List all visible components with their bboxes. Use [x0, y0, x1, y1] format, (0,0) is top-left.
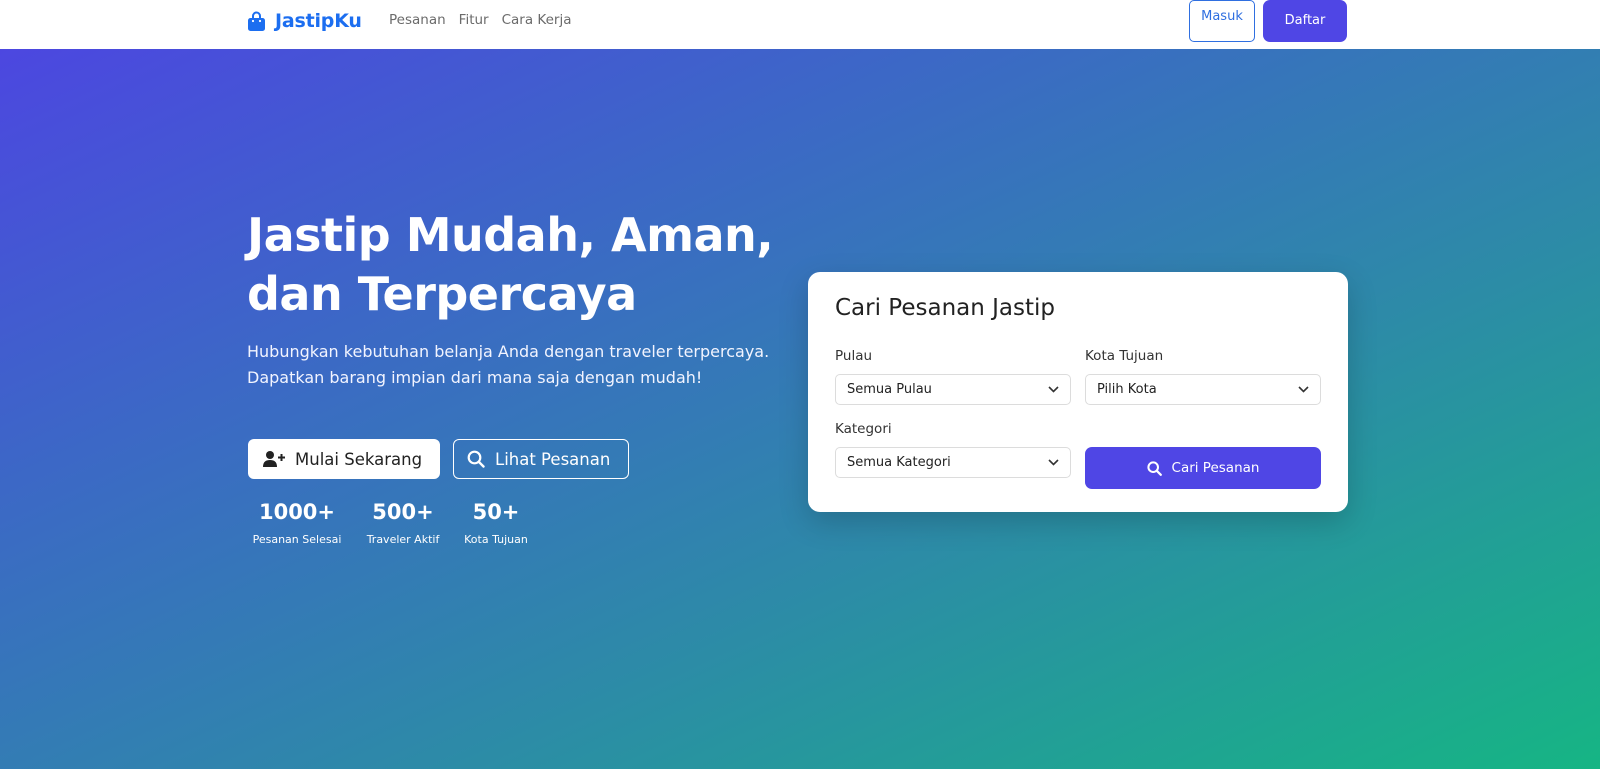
chevron-down-icon: [1048, 386, 1059, 393]
category-label: Kategori: [835, 421, 892, 437]
stat-value: 1000+: [258, 500, 336, 524]
search-icon: [1146, 460, 1162, 476]
register-button[interactable]: Daftar: [1263, 0, 1347, 42]
search-card-title: Cari Pesanan Jastip: [835, 295, 1056, 321]
nav-links: Pesanan Fitur Cara Kerja: [389, 12, 571, 28]
view-orders-button[interactable]: Lihat Pesanan: [453, 439, 629, 479]
city-label: Kota Tujuan: [1085, 348, 1164, 364]
stat-value: 500+: [372, 500, 434, 524]
hero-title-line-1: Jastip Mudah, Aman,: [247, 208, 774, 262]
hero-subtitle: Hubungkan kebutuhan belanja Anda dengan …: [247, 342, 770, 387]
city-select[interactable]: Pilih Kota: [1085, 374, 1321, 405]
search-orders-label: Cari Pesanan: [1171, 460, 1260, 476]
stat-cities: 50+ Kota Tujuan: [459, 499, 533, 546]
stat-label: Kota Tujuan: [464, 533, 528, 546]
start-now-label: Mulai Sekarang: [295, 449, 423, 469]
stat-value: 50+: [472, 500, 520, 524]
chevron-down-icon: [1298, 386, 1309, 393]
hero-section: Jastip Mudah, Aman, dan Terpercaya Hubun…: [0, 49, 1600, 769]
search-orders-button[interactable]: Cari Pesanan: [1085, 447, 1321, 489]
stat-travelers: 500+ Traveler Aktif: [362, 499, 444, 546]
navbar: JastipKu Pesanan Fitur Cara Kerja Masuk …: [0, 0, 1600, 49]
stat-label: Traveler Aktif: [366, 533, 440, 546]
stat-orders: 1000+ Pesanan Selesai: [247, 499, 347, 546]
island-label: Pulau: [835, 348, 873, 364]
start-now-button[interactable]: Mulai Sekarang: [248, 439, 440, 479]
category-select-value: Semua Kategori: [847, 455, 951, 470]
user-plus-icon: [263, 451, 285, 467]
brand[interactable]: JastipKu: [247, 10, 362, 32]
hero-title: Jastip Mudah, Aman, dan Terpercaya: [247, 206, 807, 324]
brand-name: JastipKu: [275, 10, 362, 32]
nav-link-cara-kerja[interactable]: Cara Kerja: [502, 12, 572, 28]
shopping-bag-icon: [248, 11, 265, 31]
search-card: Cari Pesanan Jastip Pulau Semua Pulau Ko…: [808, 272, 1348, 512]
search-icon: [467, 450, 485, 468]
island-select-value: Semua Pulau: [847, 382, 932, 397]
view-orders-label: Lihat Pesanan: [495, 449, 611, 469]
city-select-value: Pilih Kota: [1097, 382, 1157, 397]
category-select[interactable]: Semua Kategori: [835, 447, 1071, 478]
nav-link-fitur[interactable]: Fitur: [459, 12, 489, 28]
stat-label: Pesanan Selesai: [252, 533, 342, 546]
chevron-down-icon: [1048, 459, 1059, 466]
nav-link-pesanan[interactable]: Pesanan: [389, 12, 446, 28]
island-select[interactable]: Semua Pulau: [835, 374, 1071, 405]
login-button[interactable]: Masuk: [1189, 0, 1255, 42]
hero-title-line-2: dan Terpercaya: [247, 267, 637, 321]
